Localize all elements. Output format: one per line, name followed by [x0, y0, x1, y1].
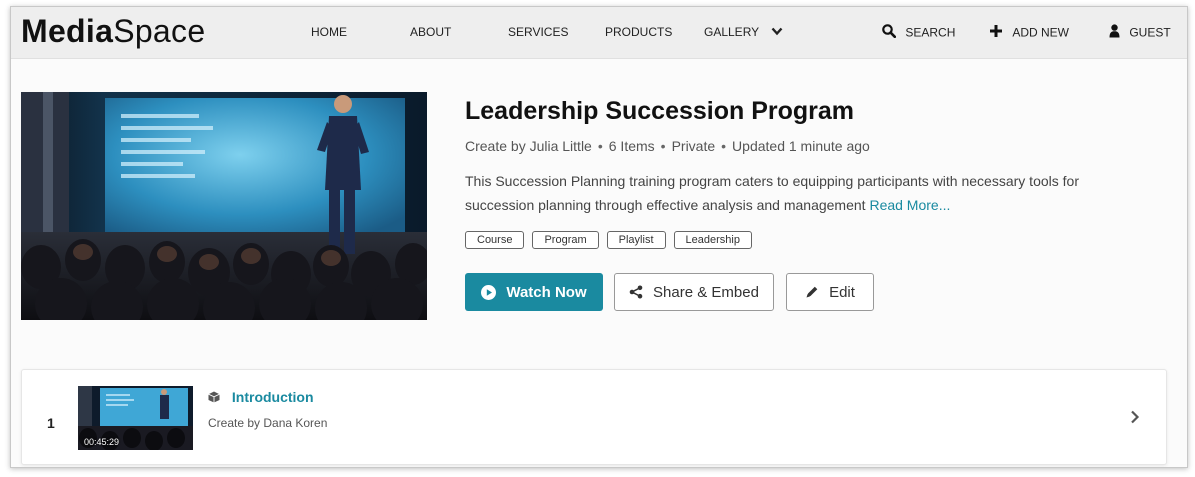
nav-gallery[interactable]: GALLERY	[704, 24, 783, 39]
playlist-meta: Create by Julia Little • 6 Items • Private • U…	[465, 138, 870, 154]
tag-course[interactable]: Course	[465, 231, 525, 249]
nav-home[interactable]: HOME	[311, 24, 347, 39]
play-circle-icon	[481, 284, 497, 300]
nav-add-new-label: ADD NEW	[1012, 25, 1070, 40]
nav-home-label: HOME	[311, 24, 347, 39]
share-embed-label: Share & Embed	[653, 283, 759, 301]
nav-about-label: ABOUT	[410, 24, 452, 39]
conference-photo	[21, 92, 427, 320]
entry-thumbnail[interactable]: 00:45:29	[78, 386, 193, 450]
nav-products-label: PRODUCTS	[605, 24, 673, 39]
entry-duration: 00:45:29	[84, 437, 120, 447]
nav-gallery-label: GALLERY	[704, 24, 760, 39]
nav-search-label: SEARCH	[905, 25, 956, 40]
logo-light: Space	[113, 13, 206, 49]
tag-playlist[interactable]: Playlist	[606, 231, 666, 249]
playlist-updated: Updated 1 minute ago	[732, 138, 870, 154]
playlist-description: This Succession Planning training progra…	[465, 169, 1105, 217]
top-navbar: MediaSpace HOME ABOUT SERVICES PRODUCTS …	[11, 7, 1187, 59]
tag-list: Course Program Playlist Leadership	[465, 231, 752, 249]
entry-number: 1	[47, 415, 55, 431]
tag-program[interactable]: Program	[532, 231, 599, 249]
meta-separator: •	[721, 138, 727, 154]
nav-guest-label: GUEST	[1129, 25, 1171, 40]
chevron-down-icon	[771, 25, 783, 39]
nav-about[interactable]: ABOUT	[410, 24, 451, 39]
edit-button[interactable]: Edit	[786, 273, 874, 311]
watch-now-label: Watch Now	[506, 283, 587, 301]
app-window: MediaSpace HOME ABOUT SERVICES PRODUCTS …	[10, 6, 1188, 468]
nav-products[interactable]: PRODUCTS	[605, 24, 672, 39]
watch-now-button[interactable]: Watch Now	[465, 273, 603, 311]
search-icon	[882, 24, 897, 41]
playlist-privacy: Private	[671, 138, 716, 154]
mediaspace-logo[interactable]: MediaSpace	[21, 13, 205, 50]
nav-search[interactable]: SEARCH	[882, 24, 955, 41]
share-icon	[629, 285, 643, 299]
meta-separator: •	[597, 138, 603, 154]
entry-title: Introduction	[231, 389, 314, 405]
nav-add-new[interactable]: ADD NEW	[989, 24, 1069, 41]
nav-services-label: SERVICES	[508, 24, 569, 39]
main-content: Leadership Succession Program Create by …	[11, 59, 1187, 467]
read-more-link[interactable]: Read More...	[869, 197, 950, 213]
chevron-right-icon[interactable]	[1130, 410, 1140, 429]
playlist-entry-row[interactable]: 1 00:45:29 Introduction Create by Dana K…	[21, 369, 1167, 465]
user-icon	[1109, 24, 1120, 41]
tag-leadership[interactable]: Leadership	[673, 231, 752, 249]
edit-label: Edit	[829, 283, 855, 301]
pencil-icon	[806, 286, 818, 298]
cube-icon	[208, 391, 220, 403]
plus-icon	[989, 24, 1003, 41]
playlist-title: Leadership Succession Program	[465, 97, 855, 125]
share-embed-button[interactable]: Share & Embed	[614, 273, 774, 311]
playlist-thumbnail[interactable]	[21, 92, 427, 320]
playlist-item-count: 6 Items	[608, 138, 655, 154]
nav-services[interactable]: SERVICES	[508, 24, 568, 39]
nav-guest[interactable]: GUEST	[1109, 24, 1171, 41]
playlist-creator: Create by Julia Little	[465, 138, 592, 154]
logo-bold: Media	[21, 13, 114, 49]
description-text: This Succession Planning training progra…	[465, 173, 1079, 213]
entry-title-link[interactable]: Introduction	[208, 389, 314, 405]
meta-separator: •	[660, 138, 666, 154]
entry-creator: Create by Dana Koren	[208, 416, 328, 430]
